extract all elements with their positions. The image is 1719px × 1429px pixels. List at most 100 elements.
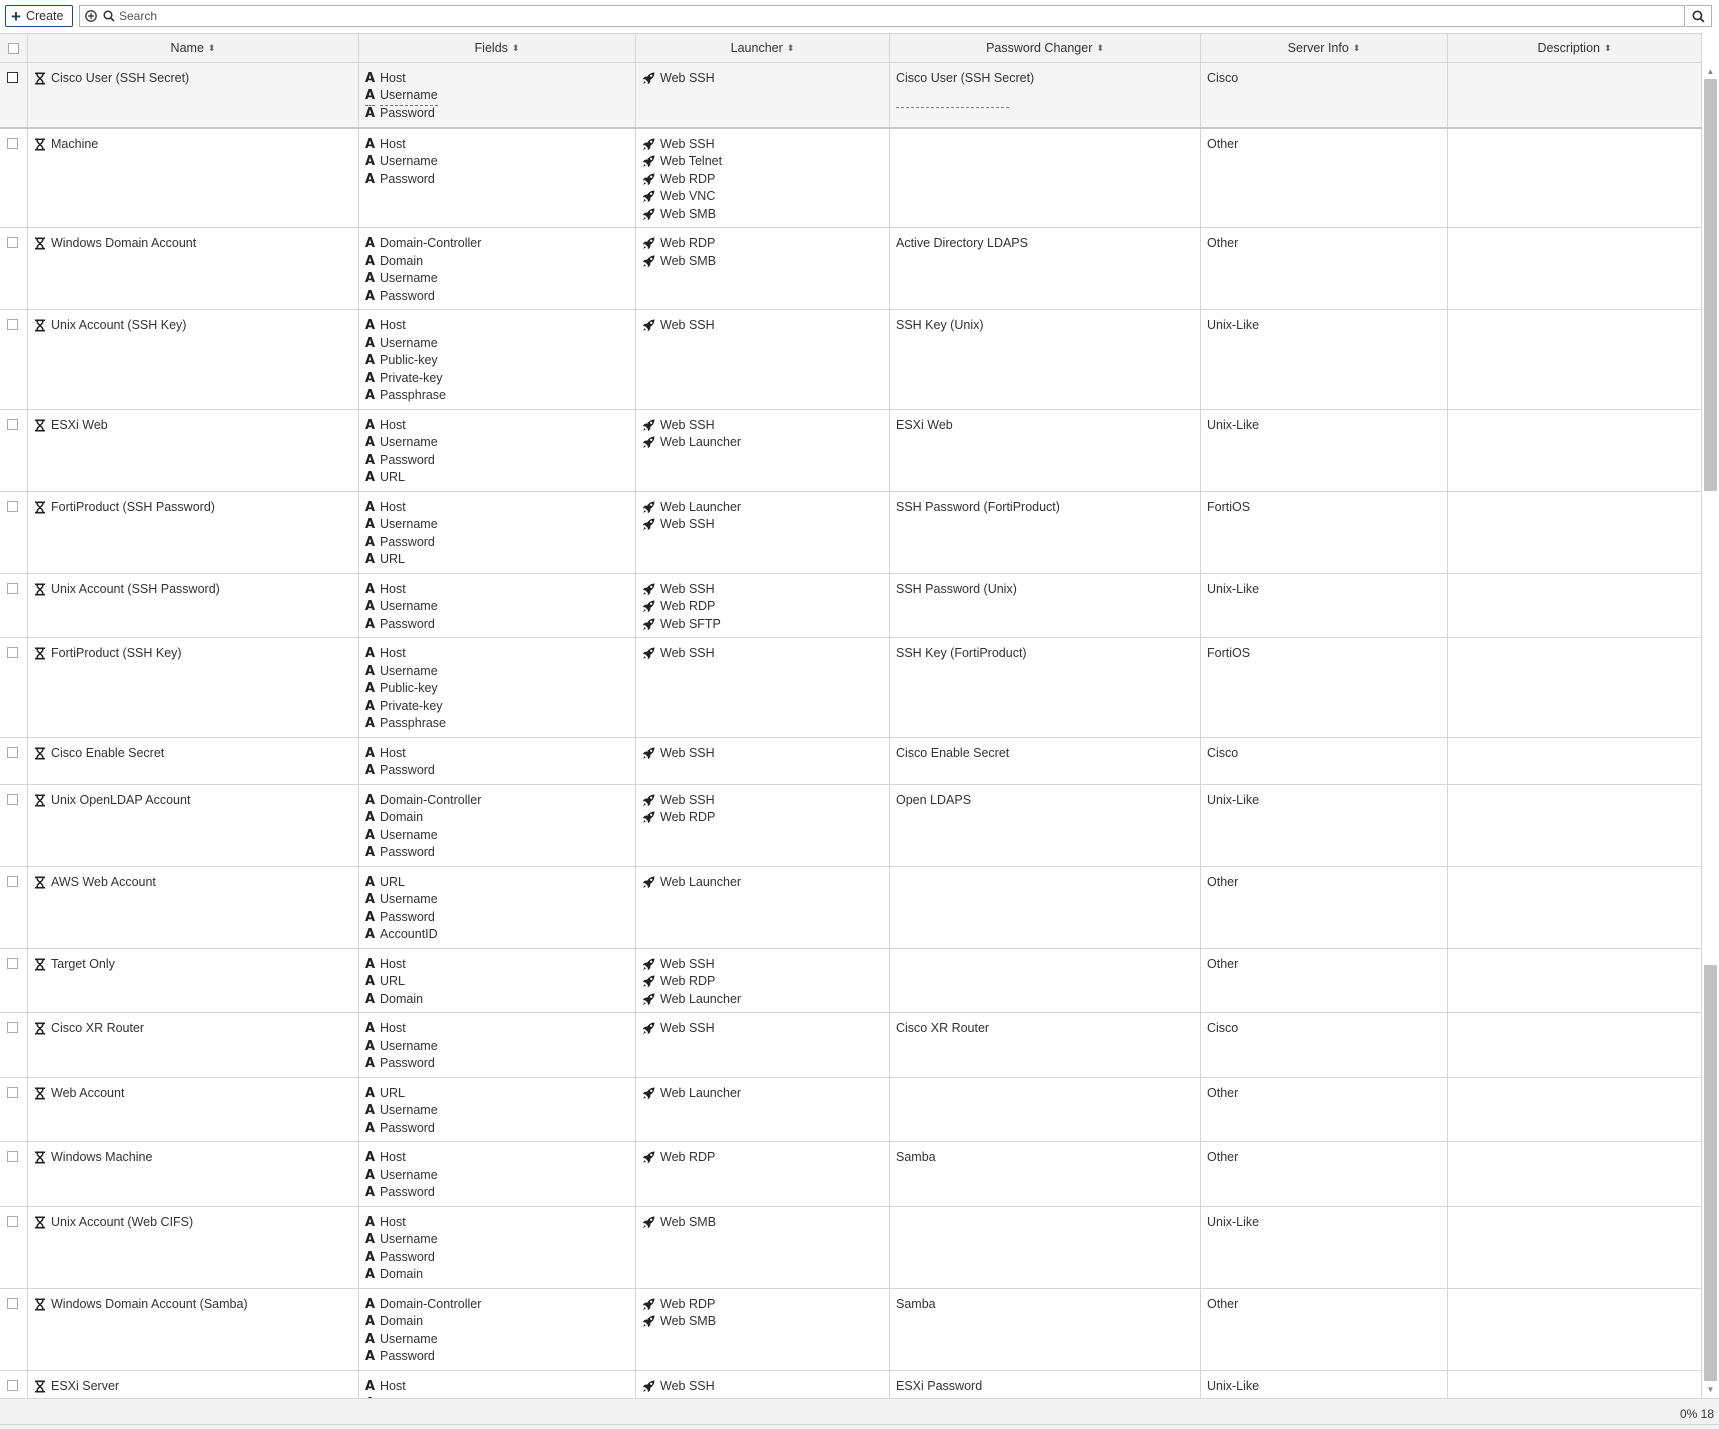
table-row[interactable]: Unix Account (SSH Key) A Host A Username A Pub…	[0, 310, 1702, 410]
template-name[interactable]: Cisco Enable Secret	[51, 745, 164, 763]
name-cell[interactable]: Cisco Enable Secret	[28, 737, 359, 784]
template-name[interactable]: Unix Account (Web CIFS)	[51, 1214, 193, 1232]
row-checkbox[interactable]	[7, 1297, 18, 1309]
template-name[interactable]: Cisco User (SSH Secret)	[51, 70, 189, 88]
table-row[interactable]: FortiProduct (SSH Password) A Host A Usernam…	[0, 491, 1702, 574]
column-header-password-changer[interactable]: Password Changer ⬍	[890, 34, 1201, 62]
name-cell[interactable]: Cisco User (SSH Secret)	[28, 63, 359, 127]
search-input[interactable]	[116, 6, 1684, 26]
search-box[interactable]	[79, 5, 1685, 27]
name-cell[interactable]: Unix Account (SSH Password)	[28, 573, 359, 637]
name-cell[interactable]: Unix Account (SSH Key)	[28, 310, 359, 409]
table-row[interactable]: AWS Web Account A URL A Username A Password A Ac…	[0, 866, 1702, 949]
table-row[interactable]: Windows Machine A Host A Username A Password We…	[0, 1142, 1702, 1207]
name-cell[interactable]: Web Account	[28, 1077, 359, 1141]
table-row[interactable]: ESXi ServerAHostAUsernameAPasswordWeb SS…	[0, 1370, 1702, 1398]
table-row[interactable]: Target Only A Host A URL A Domain Web SSH Web RD…	[0, 948, 1702, 1013]
scrollbar-thumb-lower[interactable]	[1704, 965, 1717, 1381]
table-row[interactable]: Unix Account (Web CIFS) A Host A Username A Pa…	[0, 1206, 1702, 1289]
row-checkbox[interactable]	[7, 418, 18, 430]
column-header-server-info[interactable]: Server Info ⬍	[1201, 34, 1448, 62]
search-button[interactable]	[1686, 5, 1712, 27]
template-name[interactable]: Windows Domain Account	[51, 235, 196, 253]
table-row[interactable]: Unix OpenLDAP Account A Domain-Controller A…	[0, 784, 1702, 867]
template-name[interactable]: AWS Web Account	[51, 874, 156, 892]
template-name[interactable]: ESXi Web	[51, 417, 108, 435]
template-name[interactable]: Unix Account (SSH Password)	[51, 581, 220, 599]
name-cell[interactable]: Target Only	[28, 948, 359, 1012]
name-cell[interactable]: FortiProduct (SSH Key)	[28, 638, 359, 737]
scroll-down-arrow-icon[interactable]: ▼	[1706, 1385, 1715, 1394]
scrollbar-thumb[interactable]	[1704, 79, 1717, 491]
row-checkbox[interactable]	[7, 647, 18, 658]
edit-underline[interactable]	[896, 106, 1009, 108]
name-cell[interactable]: Windows Machine	[28, 1142, 359, 1206]
scroll-up-arrow-icon[interactable]: ▲	[1706, 67, 1715, 76]
name-cell[interactable]: Unix Account (Web CIFS)	[28, 1206, 359, 1288]
name-cell[interactable]: Windows Domain Account (Samba)	[28, 1288, 359, 1370]
sort-icon[interactable]: ⬍	[1096, 43, 1104, 53]
field-label: Username	[380, 1038, 438, 1053]
field-type-icon: A	[365, 1296, 376, 1312]
template-name[interactable]: Target Only	[51, 956, 115, 974]
row-checkbox[interactable]	[7, 582, 18, 594]
row-checkbox[interactable]	[7, 319, 18, 330]
template-name[interactable]: Windows Machine	[51, 1149, 152, 1167]
table-row[interactable]: Web Account A URL A Username A Password Web Lau…	[0, 1077, 1702, 1142]
column-header-launcher[interactable]: Launcher ⬍	[636, 34, 890, 62]
table-row[interactable]: Machine A Host A Username A Password Web SSH Web…	[0, 128, 1702, 228]
table-row[interactable]: Windows Domain Account A Domain-Controller…	[0, 228, 1702, 310]
name-cell[interactable]: ESXi Server	[28, 1370, 359, 1398]
select-all-checkbox[interactable]	[8, 42, 19, 54]
sort-icon[interactable]: ⬍	[512, 43, 520, 53]
name-cell[interactable]: FortiProduct (SSH Password)	[28, 491, 359, 573]
column-header-name[interactable]: Name ⬍	[28, 34, 359, 62]
name-cell[interactable]: AWS Web Account	[28, 866, 359, 948]
vertical-scrollbar[interactable]: ▲ ▼	[1702, 63, 1719, 1398]
template-name[interactable]: Machine	[51, 136, 98, 154]
name-cell[interactable]: Machine	[28, 128, 359, 227]
row-checkbox[interactable]	[7, 793, 18, 805]
row-checkbox[interactable]	[7, 746, 18, 758]
sort-icon[interactable]: ⬍	[208, 43, 216, 53]
row-checkbox[interactable]	[7, 237, 18, 248]
template-name[interactable]: Unix Account (SSH Key)	[51, 317, 186, 335]
row-checkbox[interactable]	[7, 137, 18, 149]
create-button[interactable]: + Create	[5, 5, 73, 27]
table-row[interactable]: Cisco Enable Secret A Host A Password Web SSH…	[0, 737, 1702, 785]
table-row[interactable]: Unix Account (SSH Password) A Host A Usernam…	[0, 573, 1702, 638]
column-header-description[interactable]: Description ⬍	[1448, 34, 1702, 62]
table-row[interactable]: Cisco User (SSH Secret) A Host A Username A Pa…	[0, 63, 1702, 129]
table-row[interactable]: ESXi Web A Host A Username A Password A URL Web S…	[0, 409, 1702, 492]
name-cell[interactable]: ESXi Web	[28, 409, 359, 491]
row-select-cell	[0, 737, 28, 784]
name-cell[interactable]: Cisco XR Router	[28, 1013, 359, 1077]
template-name[interactable]: Cisco XR Router	[51, 1020, 144, 1038]
sort-icon[interactable]: ⬍	[787, 43, 795, 53]
row-checkbox[interactable]	[7, 1022, 18, 1033]
row-checkbox[interactable]	[7, 1086, 18, 1098]
name-cell[interactable]: Windows Domain Account	[28, 228, 359, 309]
name-cell[interactable]: Unix OpenLDAP Account	[28, 784, 359, 866]
template-name[interactable]: FortiProduct (SSH Key)	[51, 645, 182, 663]
template-name[interactable]: FortiProduct (SSH Password)	[51, 499, 215, 517]
server-info-cell: Cisco	[1201, 63, 1448, 127]
row-checkbox[interactable]	[7, 500, 18, 512]
table-row[interactable]: FortiProduct (SSH Key) A Host A Username A Pub…	[0, 638, 1702, 738]
template-name[interactable]: Unix OpenLDAP Account	[51, 792, 190, 810]
row-checkbox[interactable]	[7, 72, 18, 83]
row-checkbox[interactable]	[7, 1379, 18, 1391]
template-name[interactable]: Web Account	[51, 1085, 124, 1103]
add-filter-icon[interactable]	[84, 9, 98, 23]
row-checkbox[interactable]	[7, 1151, 18, 1162]
table-row[interactable]: Windows Domain Account (Samba) A Domain-Co…	[0, 1288, 1702, 1371]
row-checkbox[interactable]	[7, 875, 18, 887]
template-name[interactable]: Windows Domain Account (Samba)	[51, 1296, 248, 1314]
row-checkbox[interactable]	[7, 1215, 18, 1227]
sort-icon[interactable]: ⬍	[1353, 43, 1361, 53]
template-name[interactable]: ESXi Server	[51, 1378, 119, 1396]
column-header-fields[interactable]: Fields ⬍	[359, 34, 636, 62]
row-checkbox[interactable]	[7, 957, 18, 969]
table-row[interactable]: Cisco XR Router A Host A Username A Password We…	[0, 1013, 1702, 1078]
sort-icon[interactable]: ⬍	[1604, 43, 1612, 53]
